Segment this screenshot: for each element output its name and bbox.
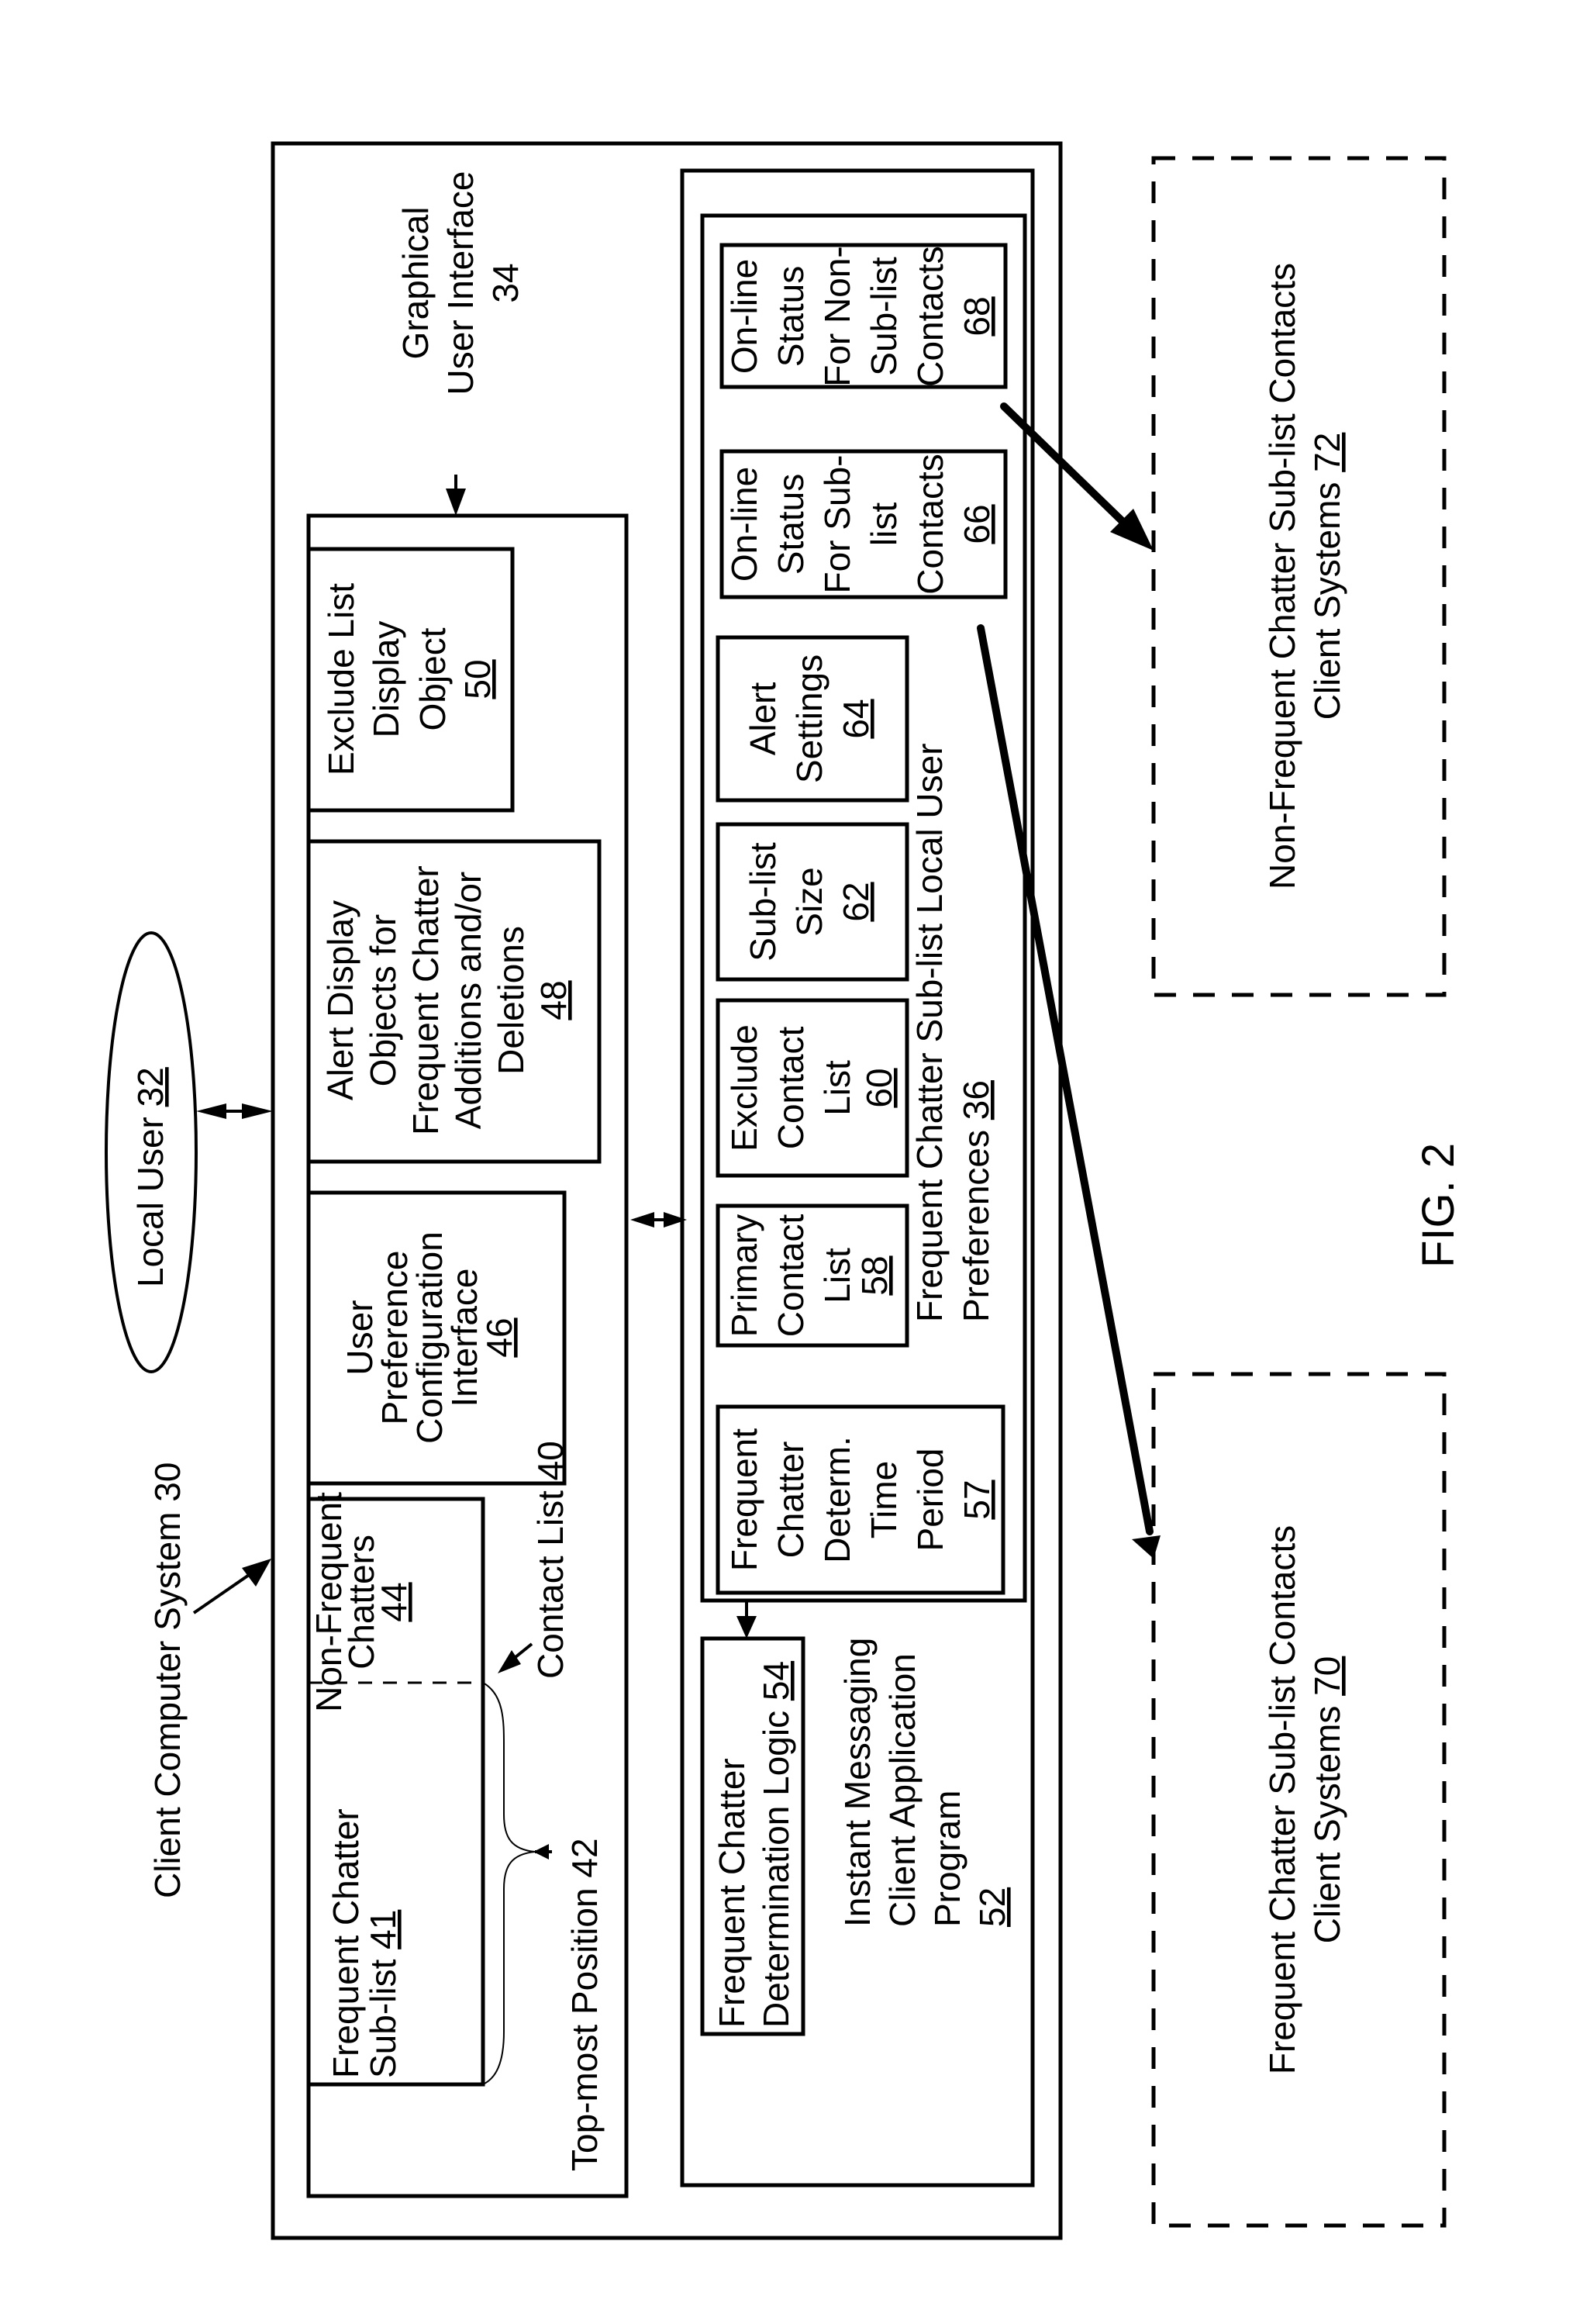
local-user-label: Local User 32 [130,1067,171,1287]
svg-text:Non-Frequent Chatter Sub-list: Non-Frequent Chatter Sub-list Contacts [1262,263,1302,889]
gui-im-arrowhead-left [630,1212,654,1228]
svg-text:48: 48 [533,980,574,1020]
online-status-sublist-label: On-line Status For Sub- list Contacts 66 [724,454,997,595]
svg-text:57: 57 [957,1480,997,1519]
local-user-arrowhead-right [242,1103,273,1119]
svg-text:58: 58 [854,1255,895,1295]
exclude-list-display-label: Exclude List Display Object 50 [321,583,498,775]
svg-text:Program: Program [927,1790,967,1927]
svg-text:Settings: Settings [789,654,829,783]
user-pref-config-label: User Preference Configuration Interface … [340,1231,519,1444]
svg-text:68: 68 [957,296,997,336]
svg-text:Frequent: Frequent [724,1428,764,1571]
svg-text:Additions and/or: Additions and/or [448,872,488,1129]
svg-text:List: List [817,1248,857,1304]
svg-text:46: 46 [479,1317,519,1357]
svg-text:Alert: Alert [743,682,783,755]
gui-pointer-arrowhead [446,489,466,516]
svg-text:Determination Logic 54: Determination Logic 54 [756,1661,796,2028]
top-most-position-label: Top-most Position 42 [564,1838,605,2171]
svg-text:Contact: Contact [771,1214,811,1338]
svg-text:64: 64 [836,699,876,738]
svg-text:Status: Status [771,266,811,367]
svg-text:60: 60 [859,1068,899,1107]
svg-text:Preferences 36: Preferences 36 [956,1080,996,1322]
svg-text:For Non-: For Non- [817,246,857,386]
svg-text:Determ.: Determ. [817,1436,857,1563]
pref-item-exclude-contact-list-label: Exclude Contact List 60 [724,1024,899,1152]
svg-text:Exclude: Exclude [724,1024,764,1152]
frequent-chatter-sublist-box: Frequent Chatter Sub-list 41 [326,1808,403,2078]
svg-text:Primary: Primary [724,1214,764,1337]
sublist-status-arrow-line [977,624,1154,1535]
pref-item-alert-settings-label: Alert Settings 64 [743,654,876,783]
svg-text:Sub-list 41: Sub-list 41 [363,1910,403,2078]
svg-text:Contact: Contact [771,1027,811,1150]
svg-text:Status: Status [771,474,811,575]
svg-text:list: list [864,502,904,546]
top-most-brace [482,1682,536,2085]
determination-logic-label: Frequent Chatter Determination Logic 54 [712,1661,796,2028]
svg-text:Graphical: Graphical [395,207,436,360]
svg-text:Frequent Chatter: Frequent Chatter [712,1758,752,2028]
pref-item-time-period-label: Frequent Chatter Determ. Time Period 57 [724,1428,997,1571]
svg-text:Deletions: Deletions [491,926,531,1075]
prefs-to-logic-arrowhead [736,1616,757,1639]
sublist-status-arrowhead [1132,1535,1161,1559]
svg-text:Client Systems 70: Client Systems 70 [1307,1656,1347,1944]
svg-text:50: 50 [457,659,498,699]
svg-text:Contacts: Contacts [910,454,950,595]
local-user-arrowhead-left [196,1103,226,1119]
svg-text:Object: Object [412,627,453,730]
svg-text:On-line: On-line [724,259,764,374]
svg-text:Instant Messaging: Instant Messaging [837,1638,878,1927]
svg-text:Frequent Chatter: Frequent Chatter [405,865,446,1135]
alert-display-objects-label: Alert Display Objects for Frequent Chatt… [320,865,574,1135]
svg-text:44: 44 [374,1582,414,1621]
svg-text:Client Application: Client Application [882,1653,923,1927]
pref-item-primary-contact-list-label: Primary Contact List 58 [724,1214,895,1338]
svg-text:For Sub-: For Sub- [817,455,857,594]
frequent-client-systems-label: Frequent Chatter Sub-list Contacts Clien… [1262,1525,1347,2074]
svg-text:Objects for: Objects for [363,914,403,1086]
svg-text:Size: Size [789,867,829,936]
online-status-non-sublist-label: On-line Status For Non- Sub-list Contact… [724,246,997,387]
svg-text:List: List [817,1060,857,1116]
svg-text:Exclude List: Exclude List [321,583,361,775]
non-frequent-client-systems-label: Non-Frequent Chatter Sub-list Contacts C… [1262,263,1347,889]
svg-text:Frequent Chatter Sub-list Cont: Frequent Chatter Sub-list Contacts [1262,1525,1302,2074]
svg-text:62: 62 [836,882,876,921]
svg-text:Frequent Chatter Sub-list Loca: Frequent Chatter Sub-list Local User [909,743,950,1322]
svg-text:66: 66 [957,504,997,544]
svg-text:Client Systems 72: Client Systems 72 [1307,433,1347,720]
svg-text:34: 34 [485,263,526,302]
svg-text:Time: Time [864,1461,904,1539]
svg-text:52: 52 [972,1887,1012,1927]
top-most-pointer-arrowhead [533,1844,549,1860]
svg-text:Display: Display [366,621,406,738]
svg-text:Contacts: Contacts [910,246,950,387]
svg-text:Chatter: Chatter [771,1442,811,1559]
svg-text:Sub-list: Sub-list [743,842,783,962]
client-computer-system-arrowhead [242,1559,271,1587]
svg-text:Period: Period [910,1449,950,1552]
patent-diagram: Client Computer System 30 Local User 32 … [105,141,1464,2240]
svg-text:On-line: On-line [724,467,764,582]
figure-label: FIG. 2 [1413,1143,1464,1268]
client-computer-system-label: Client Computer System 30 [147,1462,188,1898]
gui-label: Graphical User Interface 34 [395,171,526,395]
preferences-label: Frequent Chatter Sub-list Local User Pre… [909,743,996,1322]
non-frequent-chatters-box: Non-Frequent Chatters 44 [309,1492,414,1712]
im-client-program-label: Instant Messaging Client Application Pro… [837,1638,1012,1927]
svg-text:User Interface: User Interface [440,171,481,395]
svg-text:Sub-list: Sub-list [864,257,904,376]
svg-text:Alert Display: Alert Display [320,900,360,1100]
pref-item-sublist-size-label: Sub-list Size 62 [743,842,876,962]
svg-text:Frequent Chatter: Frequent Chatter [326,1808,366,2078]
